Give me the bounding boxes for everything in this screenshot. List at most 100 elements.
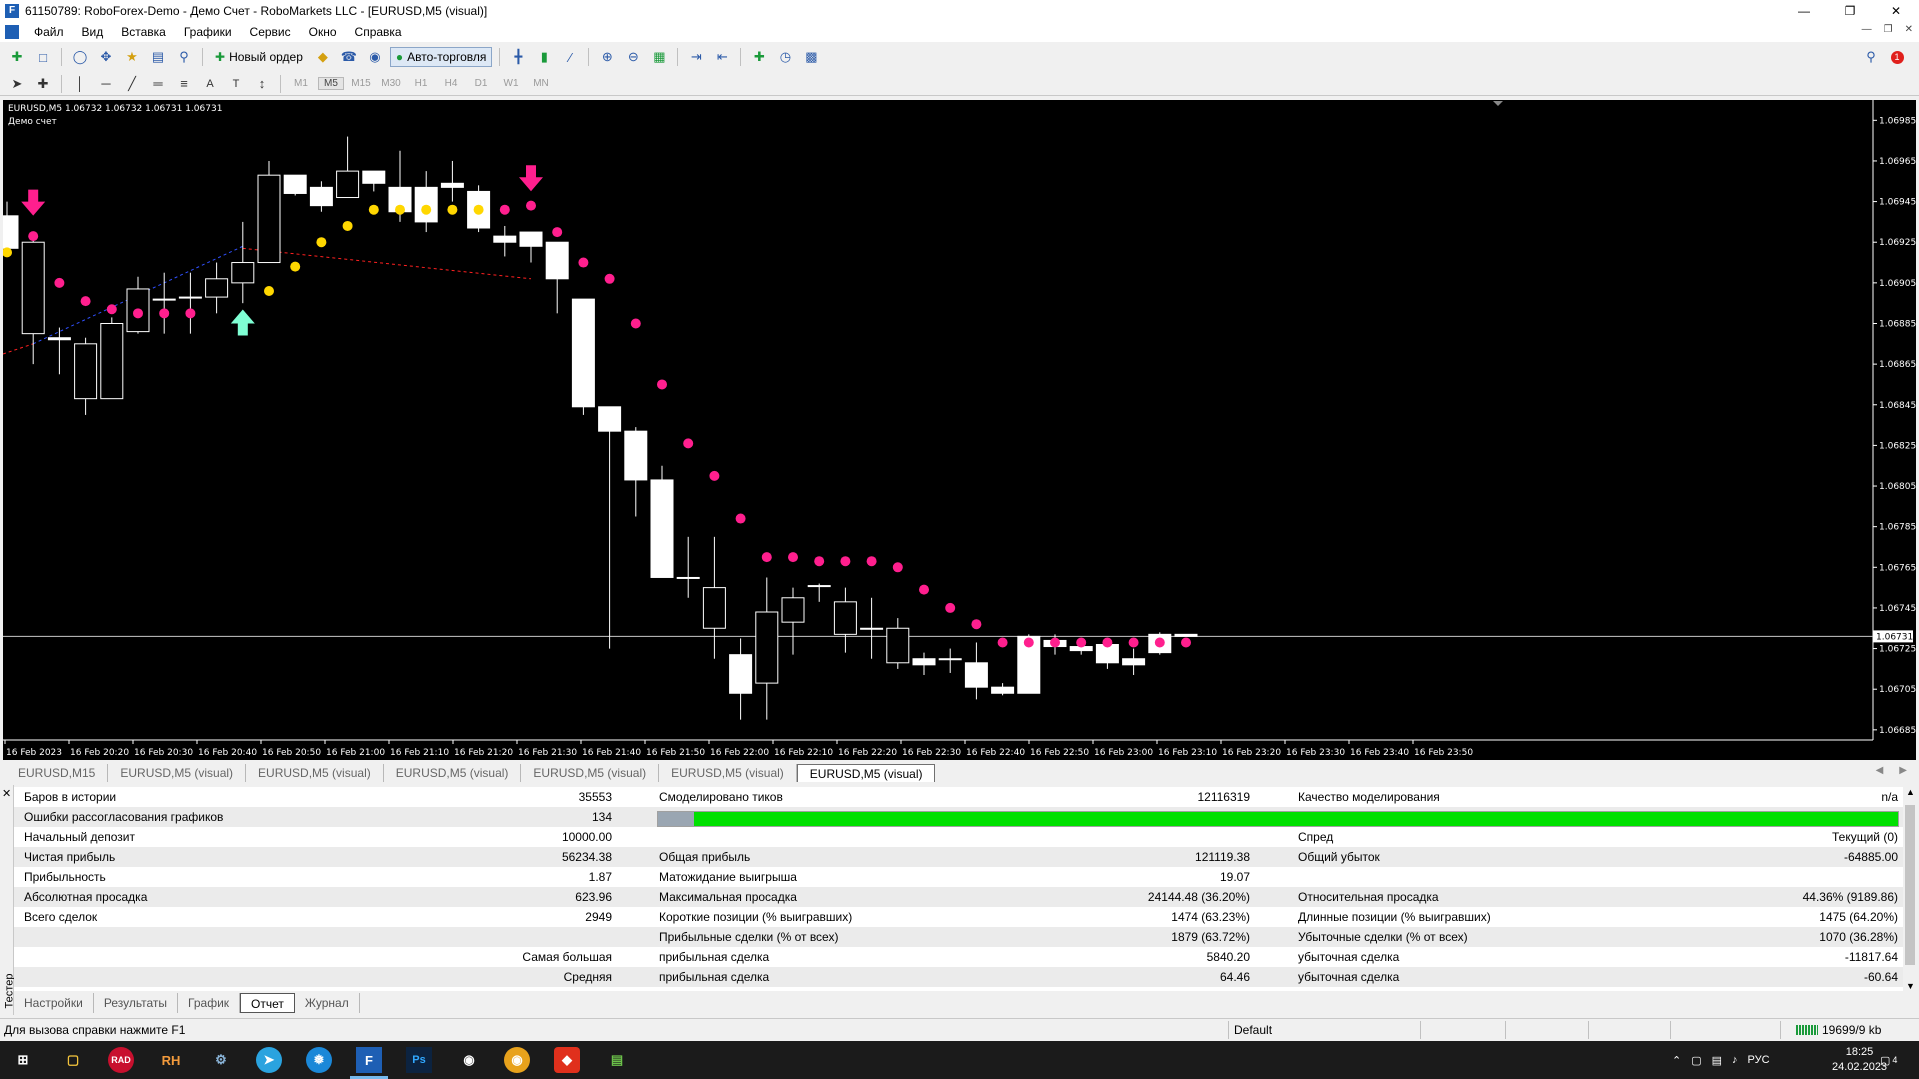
text-icon[interactable]: A [199, 74, 221, 94]
report-scrollbar[interactable]: ▲ ▼ [1903, 787, 1917, 991]
notifications-icon[interactable]: 1 [1886, 47, 1908, 67]
anydesk-icon[interactable]: ◆ [554, 1047, 580, 1073]
trading-app-icon[interactable]: ▤ [604, 1047, 630, 1073]
chart-tab[interactable]: EURUSD,M5 (visual) [246, 764, 384, 782]
tile-windows-icon[interactable]: ▦ [648, 47, 670, 67]
horizontal-line-icon[interactable]: ─ [95, 74, 117, 94]
profiles-icon[interactable]: □ [32, 47, 54, 67]
chart-tab-active[interactable]: EURUSD,M5 (visual) [796, 764, 936, 782]
arrows-icon[interactable]: ↕ [251, 74, 273, 94]
tester-icon[interactable]: ⚲ [173, 47, 195, 67]
menu-window[interactable]: Окно [300, 22, 346, 42]
tab-journal[interactable]: Журнал [295, 993, 360, 1013]
scroll-up-icon[interactable]: ▲ [1906, 787, 1915, 797]
chart-shift-icon[interactable]: ⇤ [711, 47, 733, 67]
chrome-icon[interactable]: ◉ [504, 1047, 530, 1073]
tray-network-icon[interactable]: ▤ [1712, 1054, 1722, 1067]
navigator-icon[interactable]: ★ [121, 47, 143, 67]
tray-language[interactable]: РУС [1748, 1054, 1770, 1066]
market-watch-icon[interactable]: ◯ [69, 47, 91, 67]
tray-meet-icon[interactable]: ▢ [1691, 1054, 1701, 1067]
record-icon[interactable]: ◉ [456, 1047, 482, 1073]
menu-help[interactable]: Справка [346, 22, 411, 42]
candlestick-chart-icon[interactable]: ▮ [533, 47, 555, 67]
templates-icon[interactable]: ▩ [800, 47, 822, 67]
restore-button[interactable]: ❐ [1827, 0, 1873, 22]
file-explorer-icon[interactable]: ▢ [60, 1047, 86, 1073]
menu-charts[interactable]: Графики [175, 22, 241, 42]
tray-volume-icon[interactable]: ♪ [1732, 1054, 1738, 1066]
mdi-minimize-button[interactable]: — [1862, 24, 1872, 35]
timeframe-m1[interactable]: M1 [288, 78, 314, 89]
timeframe-m30[interactable]: M30 [378, 78, 404, 89]
timeframe-w1[interactable]: W1 [498, 78, 524, 89]
search-icon[interactable]: ⚲ [1860, 47, 1882, 67]
menu-insert[interactable]: Вставка [112, 22, 175, 42]
mdi-close-button[interactable]: ✕ [1905, 24, 1913, 35]
bar-chart-icon[interactable]: ╋ [507, 47, 529, 67]
crosshair-icon[interactable]: ✚ [32, 74, 54, 94]
tab-results[interactable]: Результаты [94, 993, 179, 1013]
chart-window-icon[interactable] [5, 25, 19, 39]
timeframe-h4[interactable]: H4 [438, 78, 464, 89]
clock-date[interactable]: 24.02.2023 [1832, 1060, 1887, 1075]
new-chart-icon[interactable]: ✚ [6, 47, 28, 67]
tab-report[interactable]: Отчет [240, 993, 295, 1013]
minimize-button[interactable]: — [1781, 0, 1827, 22]
text-label-icon[interactable]: T [225, 74, 247, 94]
menu-tools[interactable]: Сервис [241, 22, 300, 42]
line-chart-icon[interactable]: ∕ [559, 47, 581, 67]
rh-app-icon[interactable]: RH [158, 1047, 184, 1073]
terminal-icon[interactable]: ▤ [147, 47, 169, 67]
menu-view[interactable]: Вид [73, 22, 113, 42]
bullish-candle [257, 174, 281, 264]
metatrader-icon[interactable]: F [356, 1047, 382, 1073]
timeframe-m15[interactable]: M15 [348, 78, 374, 89]
scroll-thumb[interactable] [1905, 805, 1915, 965]
tester-close-icon[interactable]: ✕ [2, 787, 11, 800]
fibonacci-icon[interactable]: ≡ [173, 74, 195, 94]
clock-time[interactable]: 18:25 [1846, 1045, 1874, 1060]
chart-tab[interactable]: EURUSD,M5 (visual) [521, 764, 660, 782]
close-button[interactable]: ✕ [1873, 0, 1919, 22]
chart-tab[interactable]: EURUSD,M15 [6, 764, 109, 782]
vertical-line-icon[interactable]: │ [69, 74, 91, 94]
trendline-icon[interactable]: ╱ [121, 74, 143, 94]
tab-settings[interactable]: Настройки [14, 993, 94, 1013]
timeframe-mn[interactable]: MN [528, 78, 554, 89]
windows-start-icon[interactable]: ⊞ [10, 1047, 36, 1073]
zoom-in-icon[interactable]: ⊕ [596, 47, 618, 67]
cursor-icon[interactable]: ➤ [6, 74, 28, 94]
data-window-icon[interactable]: ✥ [95, 47, 117, 67]
timeframe-d1[interactable]: D1 [468, 78, 494, 89]
periods-icon[interactable]: ◷ [774, 47, 796, 67]
autotrading-button[interactable]: ● Авто-торговля [389, 47, 493, 67]
browser-app-icon[interactable]: ❅ [306, 1047, 332, 1073]
timeframe-h1[interactable]: H1 [408, 78, 434, 89]
channel-icon[interactable]: ═ [147, 74, 169, 94]
new-order-button[interactable]: ✚ Новый ордер [210, 47, 308, 67]
timeframe-m5[interactable]: M5 [318, 77, 344, 90]
tray-expand-icon[interactable]: ⌃ [1672, 1054, 1681, 1067]
menu-file[interactable]: Файл [25, 22, 73, 42]
photoshop-icon[interactable]: Ps [406, 1047, 432, 1073]
chart-tab[interactable]: EURUSD,M5 (visual) [659, 764, 797, 782]
rad-app-icon[interactable]: RAD [108, 1047, 134, 1073]
zoom-out-icon[interactable]: ⊖ [622, 47, 644, 67]
auto-scroll-icon[interactable]: ⇥ [685, 47, 707, 67]
tab-graph[interactable]: График [178, 993, 241, 1013]
price-chart[interactable]: 1.06985 1.06965 1.06945 1.06925 1.06905 1.068… [3, 100, 1916, 760]
metaeditor-icon[interactable]: ◆ [312, 47, 334, 67]
notifications-center-icon[interactable]: ▢ [1880, 1054, 1890, 1067]
tabs-scroll-left-icon[interactable]: ◀ [1876, 765, 1884, 776]
settings-gear-icon[interactable]: ⚙ [208, 1047, 234, 1073]
telegram-icon[interactable]: ➤ [256, 1047, 282, 1073]
indicators-icon[interactable]: ✚ [748, 47, 770, 67]
tabs-scroll-right-icon[interactable]: ▶ [1899, 765, 1907, 776]
mdi-restore-button[interactable]: ❐ [1884, 24, 1893, 35]
market-icon[interactable]: ◉ [364, 47, 386, 67]
chart-tab[interactable]: EURUSD,M5 (visual) [108, 764, 247, 782]
chart-tab[interactable]: EURUSD,M5 (visual) [384, 764, 522, 782]
signals-icon[interactable]: ☎ [338, 47, 360, 67]
scroll-down-icon[interactable]: ▼ [1906, 981, 1915, 991]
